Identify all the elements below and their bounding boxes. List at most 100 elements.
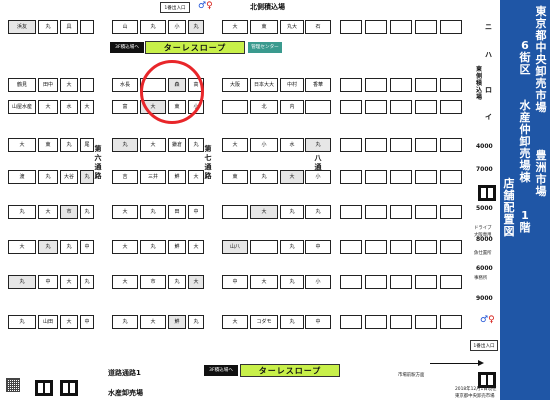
stall-r4-c5[interactable]: 三井	[140, 170, 166, 184]
stall-r1-c11[interactable]: 香華	[305, 78, 331, 92]
stall-r8-c7[interactable]: 丸	[188, 315, 204, 329]
stall-r8-c2[interactable]: 大	[60, 315, 78, 329]
stall-r5-c8[interactable]	[222, 205, 248, 219]
stall-east-r0-c4[interactable]	[440, 20, 462, 34]
stall-r1-c2[interactable]: 大	[60, 78, 78, 92]
stall-r3-c6[interactable]: 鎌倉	[168, 138, 186, 152]
stall-r5-c5[interactable]: 丸	[140, 205, 166, 219]
stall-r7-c1[interactable]: 中	[38, 275, 58, 289]
stall-r4-c4[interactable]: 吉	[112, 170, 138, 184]
stall-east-r8-c0[interactable]	[340, 315, 362, 329]
stall-r1-c8[interactable]: 大阪	[222, 78, 248, 92]
stall-r4-c2[interactable]: 大谷	[60, 170, 78, 184]
stall-r3-c4[interactable]: 丸	[112, 138, 138, 152]
stall-east-r0-c3[interactable]	[415, 20, 437, 34]
stall-east-r3-c4[interactable]	[440, 138, 462, 152]
stall-r2-c8[interactable]	[222, 100, 248, 114]
stall-r6-c3[interactable]: 中	[80, 240, 94, 254]
stall-r1-c1[interactable]: 田中	[38, 78, 58, 92]
stall-east-r4-c0[interactable]	[340, 170, 362, 184]
stall-r3-c5[interactable]: 大	[140, 138, 166, 152]
stall-east-r6-c1[interactable]	[365, 240, 387, 254]
stall-east-r8-c3[interactable]	[415, 315, 437, 329]
stall-r6-c7[interactable]: 大	[188, 240, 204, 254]
stall-r6-c0[interactable]: 大	[8, 240, 36, 254]
stall-r6-c10[interactable]: 丸	[280, 240, 304, 254]
stall-r7-c6[interactable]: 丸	[168, 275, 186, 289]
stall-east-r7-c0[interactable]	[340, 275, 362, 289]
stall-r0-c11[interactable]: 石	[305, 20, 331, 34]
stall-r8-c6[interactable]: 鮮	[168, 315, 186, 329]
stall-r8-c0[interactable]: 丸	[8, 315, 36, 329]
stall-east-r6-c0[interactable]	[340, 240, 362, 254]
stall-r4-c9[interactable]: 丸	[250, 170, 278, 184]
stall-r3-c8[interactable]: 大	[222, 138, 248, 152]
stall-r7-c0[interactable]: 丸	[8, 275, 36, 289]
stall-r7-c8[interactable]: 中	[222, 275, 248, 289]
stall-r3-c1[interactable]: 東	[38, 138, 58, 152]
stall-east-r4-c2[interactable]	[390, 170, 412, 184]
stall-east-r1-c1[interactable]	[365, 78, 387, 92]
stall-east-r0-c2[interactable]	[390, 20, 412, 34]
stall-east-r6-c2[interactable]	[390, 240, 412, 254]
stall-r2-c1[interactable]: 大	[38, 100, 58, 114]
stall-r8-c11[interactable]: 中	[305, 315, 331, 329]
stall-r4-c11[interactable]: 小	[305, 170, 331, 184]
stall-r5-c9[interactable]: 大	[250, 205, 278, 219]
stall-r7-c11[interactable]: 小	[305, 275, 331, 289]
stall-r8-c5[interactable]: 大	[140, 315, 166, 329]
stall-r0-c0[interactable]: 浜友	[8, 20, 36, 34]
stall-east-r4-c4[interactable]	[440, 170, 462, 184]
stall-r8-c9[interactable]: コダモ	[250, 315, 278, 329]
stall-east-r7-c1[interactable]	[365, 275, 387, 289]
stall-east-r4-c3[interactable]	[415, 170, 437, 184]
stall-r3-c9[interactable]: 小	[250, 138, 278, 152]
stall-r5-c10[interactable]: 丸	[280, 205, 304, 219]
stall-east-r3-c0[interactable]	[340, 138, 362, 152]
stall-r2-c10[interactable]: 内	[280, 100, 304, 114]
stall-r5-c0[interactable]: 丸	[8, 205, 36, 219]
stall-r2-c4[interactable]: 富	[112, 100, 138, 114]
stall-r3-c0[interactable]: 大	[8, 138, 36, 152]
stall-r0-c3[interactable]	[80, 20, 94, 34]
stall-east-r7-c3[interactable]	[415, 275, 437, 289]
stall-r0-c4[interactable]: 山	[112, 20, 138, 34]
stall-east-r5-c3[interactable]	[415, 205, 437, 219]
stall-r5-c2[interactable]: 市	[60, 205, 78, 219]
stall-east-r1-c0[interactable]	[340, 78, 362, 92]
stall-r4-c10[interactable]: 大	[280, 170, 304, 184]
stall-r1-c10[interactable]: 中村	[280, 78, 304, 92]
stall-r7-c3[interactable]: 丸	[80, 275, 94, 289]
stall-east-r0-c1[interactable]	[365, 20, 387, 34]
stall-east-r5-c2[interactable]	[390, 205, 412, 219]
stall-r6-c11[interactable]: 中	[305, 240, 331, 254]
stall-r7-c9[interactable]: 大	[250, 275, 278, 289]
stall-r6-c9[interactable]	[250, 240, 278, 254]
stall-r3-c2[interactable]: 丸	[60, 138, 78, 152]
stall-r7-c7[interactable]: 大	[188, 275, 204, 289]
stall-east-r4-c1[interactable]	[365, 170, 387, 184]
stall-r7-c4[interactable]: 大	[112, 275, 138, 289]
stall-east-r3-c1[interactable]	[365, 138, 387, 152]
stall-r0-c1[interactable]: 丸	[38, 20, 58, 34]
stall-r0-c6[interactable]: 小	[168, 20, 186, 34]
stall-r5-c1[interactable]: 大	[38, 205, 58, 219]
stall-east-r1-c4[interactable]	[440, 78, 462, 92]
stall-r6-c4[interactable]: 大	[112, 240, 138, 254]
stall-r7-c10[interactable]: 丸	[280, 275, 304, 289]
stall-r2-c3[interactable]: 大	[80, 100, 94, 114]
stall-east-r1-c3[interactable]	[415, 78, 437, 92]
stall-r8-c4[interactable]: 丸	[112, 315, 138, 329]
stall-east-r2-c4[interactable]	[440, 100, 462, 114]
stall-east-r8-c1[interactable]	[365, 315, 387, 329]
stall-r6-c2[interactable]: 丸	[60, 240, 78, 254]
stall-r0-c10[interactable]: 丸大	[280, 20, 304, 34]
stall-r4-c6[interactable]: 鮮	[168, 170, 186, 184]
stall-r6-c8[interactable]: 山八	[222, 240, 248, 254]
stall-r8-c3[interactable]: 中	[80, 315, 94, 329]
stall-r3-c11[interactable]: 丸	[305, 138, 331, 152]
stall-r0-c8[interactable]: 大	[222, 20, 248, 34]
stall-r1-c0[interactable]: 鶴見	[8, 78, 36, 92]
stall-east-r5-c1[interactable]	[365, 205, 387, 219]
stall-east-r1-c2[interactable]	[390, 78, 412, 92]
